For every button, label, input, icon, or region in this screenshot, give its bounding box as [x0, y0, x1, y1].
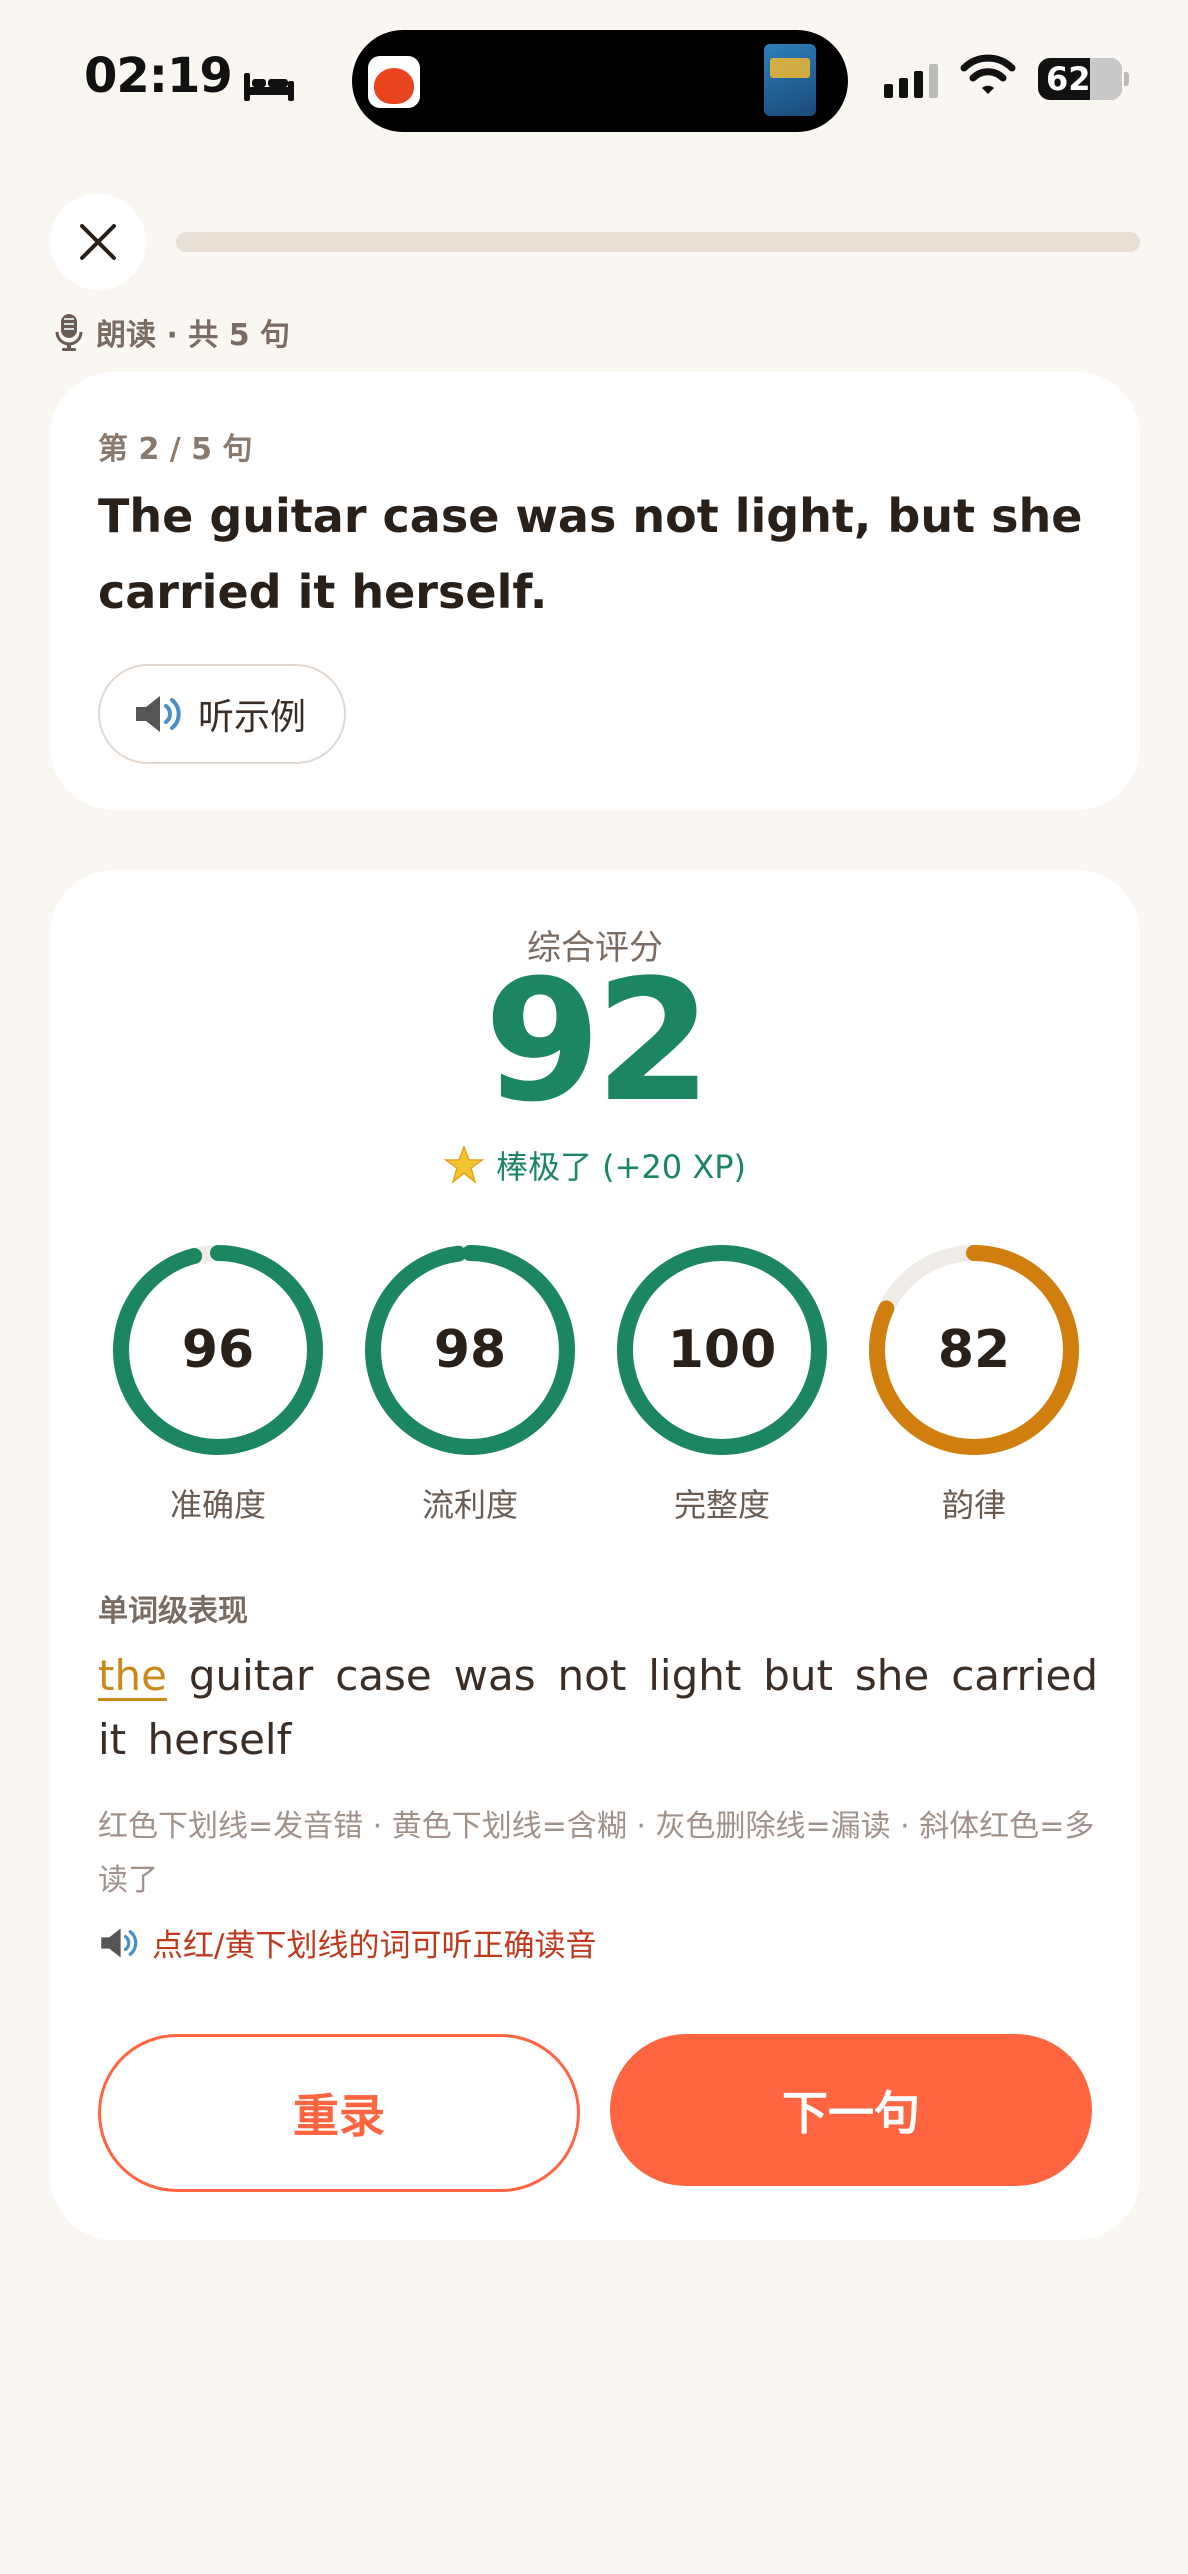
praise-message: 棒极了 (+20 XP)	[50, 1142, 1140, 1188]
speaker-icon	[101, 1927, 138, 1958]
metric-ring-1: 98 流利度	[362, 1242, 578, 1526]
mode-indicator: 朗读 · 共 5 句	[54, 310, 290, 354]
metric-value: 98	[433, 1320, 507, 1380]
app-icon	[368, 56, 420, 108]
wifi-icon	[960, 54, 1016, 102]
metric-ring-2: 100 完整度	[614, 1242, 830, 1526]
overall-score-value: 92	[484, 943, 712, 1139]
word-level-title: 单词级表现	[98, 1594, 248, 1629]
lesson-progress-bar	[176, 232, 1140, 252]
sleep-focus-icon	[242, 59, 296, 101]
status-time: 02:19	[84, 48, 296, 104]
tap-hint: 点红/黄下划线的词可听正确读音	[98, 1920, 596, 1965]
status-bar: 02:19 62	[0, 0, 1188, 160]
star-icon	[443, 1145, 484, 1185]
word-level-sentence: the guitar case was not light but she ca…	[98, 1644, 1098, 1772]
retry-button[interactable]: 重录	[98, 2034, 580, 2192]
metric-ring-3: 82 韵律	[866, 1242, 1082, 1526]
battery-indicator: 62	[1038, 58, 1122, 100]
time-text: 02:19	[84, 48, 233, 104]
metric-ring-0: 96 准确度	[110, 1242, 326, 1526]
battery-cap	[1124, 72, 1129, 86]
metric-label: 流利度	[421, 1486, 518, 1524]
close-button[interactable]	[50, 194, 146, 290]
praise-text: 棒极了 (+20 XP)	[495, 1148, 747, 1186]
dynamic-island	[352, 30, 848, 132]
cellular-signal-icon	[884, 62, 938, 98]
word-rest: guitar case was not light but she carrie…	[98, 1651, 1098, 1764]
listen-label: 听示例	[198, 697, 307, 738]
media-thumbnail	[764, 44, 816, 116]
metric-value: 82	[937, 1320, 1011, 1380]
sentence-card: 第 2 / 5 句 The guitar case was not light,…	[50, 372, 1140, 810]
speaker-icon	[136, 696, 181, 732]
tap-hint-text: 点红/黄下划线的词可听正确读音	[152, 1928, 597, 1964]
score-card: 综合评分 92 棒极了 (+20 XP) 96 准确度 98 流利度 100 完整度 82 韵…	[50, 870, 1140, 2240]
metric-rings: 96 准确度 98 流利度 100 完整度 82 韵律	[110, 1242, 1090, 1542]
metric-value: 100	[667, 1320, 777, 1380]
metric-value: 96	[181, 1320, 255, 1380]
close-icon	[80, 224, 116, 260]
metric-label: 完整度	[673, 1486, 770, 1524]
word-legend: 红色下划线=发音错 · 黄色下划线=含糊 · 灰色删除线=漏读 · 斜体红色=多…	[98, 1809, 1095, 1898]
next-sentence-button[interactable]: 下一句	[610, 2034, 1092, 2186]
metric-label: 准确度	[169, 1486, 266, 1524]
mode-label: 朗读 · 共 5 句	[96, 318, 291, 353]
metric-label: 韵律	[941, 1486, 1006, 1524]
target-sentence: The guitar case was not light, but she c…	[98, 489, 1083, 619]
microphone-icon	[54, 312, 84, 352]
word-error-the[interactable]: the	[98, 1651, 167, 1700]
sentence-index: 第 2 / 5 句	[98, 432, 253, 467]
listen-example-button[interactable]: 听示例	[98, 664, 346, 764]
battery-level: 62	[1046, 60, 1091, 98]
